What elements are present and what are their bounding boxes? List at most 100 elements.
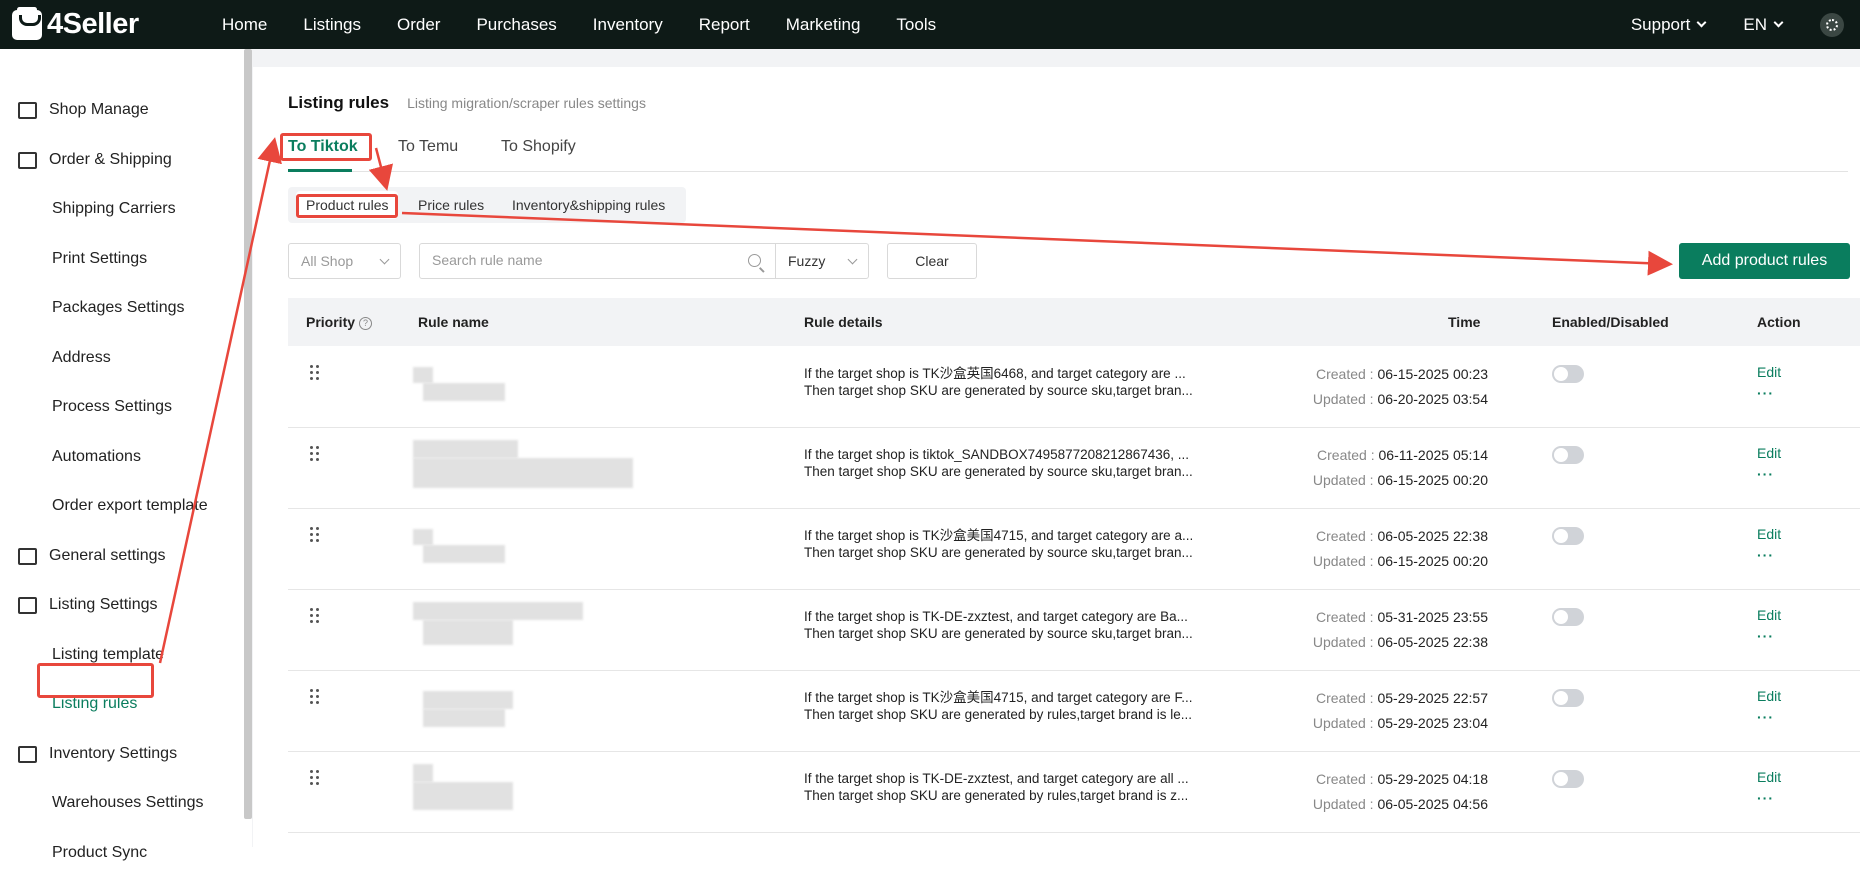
match-mode-select[interactable]: Fuzzy <box>775 243 869 279</box>
rule-details: If the target shop is TK沙盒英国6468, and ta… <box>804 365 1224 399</box>
nav-tools[interactable]: Tools <box>896 15 936 35</box>
nav-home[interactable]: Home <box>222 15 267 35</box>
drag-handle-icon[interactable] <box>310 689 322 705</box>
search-icon[interactable] <box>748 254 761 267</box>
nav-report[interactable]: Report <box>699 15 750 35</box>
rule-detail-line: If the target shop is TK沙盒美国4715, and ta… <box>804 528 1194 543</box>
header-action: Action <box>1757 314 1801 330</box>
header-rule-details: Rule details <box>804 314 883 330</box>
edit-link[interactable]: Edit <box>1757 688 1781 704</box>
sidebar-item-automations[interactable]: Automations <box>0 437 141 477</box>
blurred-rule-name <box>423 709 505 727</box>
header-priority: Priority? <box>306 298 373 346</box>
shop-select[interactable]: All Shop <box>288 243 401 279</box>
nav-listings[interactable]: Listings <box>303 15 361 35</box>
sidebar-item-general-settings[interactable]: General settings <box>0 536 166 576</box>
sidebar-item-packages-settings[interactable]: Packages Settings <box>0 288 185 328</box>
support-label: Support <box>1630 14 1691 34</box>
language-menu[interactable]: EN <box>1743 15 1784 35</box>
rule-time: Created : 06-15-2025 00:23 Updated : 06-2… <box>1313 362 1488 412</box>
sidebar-item-label: Order & Shipping <box>49 151 172 168</box>
enabled-toggle[interactable] <box>1552 689 1584 707</box>
sidebar-item-address[interactable]: Address <box>0 338 111 378</box>
sidebar-item-label: Inventory Settings <box>49 745 178 762</box>
help-icon[interactable]: ? <box>359 317 373 330</box>
subtab-inventory-shipping-rules[interactable]: Inventory&shipping rules <box>512 187 665 223</box>
sidebar-item-label: Shipping Carriers <box>52 200 176 217</box>
sidebar-item-warehouses-settings[interactable]: Warehouses Settings <box>0 783 203 823</box>
table-row: If the target shop is TK沙盒美国4715, and ta… <box>288 509 1860 590</box>
updated-value: 06-15-2025 00:20 <box>1377 472 1488 488</box>
sidebar-item-inventory-settings[interactable]: Inventory Settings <box>0 734 177 774</box>
sidebar-item-label: Listing template <box>52 646 165 663</box>
tab-to-temu[interactable]: To Temu <box>398 138 458 156</box>
enabled-toggle[interactable] <box>1552 365 1584 383</box>
sidebar-item-order-export-template[interactable]: Order export template <box>0 486 208 526</box>
rule-detail-line: If the target shop is TK沙盒美国4715, and ta… <box>804 690 1193 705</box>
sidebar-item-label: Shop Manage <box>49 101 149 118</box>
more-actions-icon[interactable]: ··· <box>1757 790 1774 806</box>
updated-value: 05-29-2025 23:04 <box>1377 715 1488 731</box>
sidebar-item-label: Print Settings <box>52 250 148 267</box>
header-rule-name: Rule name <box>418 314 489 330</box>
more-actions-icon[interactable]: ··· <box>1757 547 1774 563</box>
tab-to-shopify[interactable]: To Shopify <box>501 138 576 156</box>
chevron-down-icon <box>379 254 390 265</box>
enabled-toggle[interactable] <box>1552 527 1584 545</box>
blurred-rule-name <box>413 458 633 488</box>
match-mode-value: Fuzzy <box>788 253 826 269</box>
page-title: Listing rules <box>288 93 390 112</box>
sidebar-scrollbar[interactable] <box>244 49 252 819</box>
drag-handle-icon[interactable] <box>310 770 322 786</box>
rule-details: If the target shop is TK沙盒美国4715, and ta… <box>804 527 1224 561</box>
sidebar-item-shipping-carriers[interactable]: Shipping Carriers <box>0 189 176 229</box>
updated-label: Updated : <box>1312 796 1374 812</box>
sidebar-item-print-settings[interactable]: Print Settings <box>0 239 147 279</box>
more-actions-icon[interactable]: ··· <box>1757 709 1774 725</box>
drag-handle-icon[interactable] <box>310 527 322 543</box>
blurred-rule-name <box>413 602 583 620</box>
page-subtitle: Listing migration/scraper rules settings <box>407 95 646 111</box>
top-right-controls: Support EN <box>1631 0 1860 49</box>
nav-purchases[interactable]: Purchases <box>476 15 556 35</box>
enabled-toggle[interactable] <box>1552 770 1584 788</box>
blurred-rule-name <box>423 383 505 401</box>
nav-inventory[interactable]: Inventory <box>593 15 663 35</box>
enabled-toggle[interactable] <box>1552 446 1584 464</box>
platform-tabs: To Tiktok To Temu To Shopify <box>288 138 1848 172</box>
edit-link[interactable]: Edit <box>1757 526 1781 542</box>
enabled-toggle[interactable] <box>1552 608 1584 626</box>
sidebar-item-order-shipping[interactable]: Order & Shipping <box>0 140 172 180</box>
drag-handle-icon[interactable] <box>310 608 322 624</box>
rule-detail-line: Then target shop SKU are generated by so… <box>804 383 1193 398</box>
settings-gear-icon[interactable] <box>1820 12 1844 37</box>
sidebar-item-product-sync[interactable]: Product Sync <box>0 833 147 873</box>
edit-link[interactable]: Edit <box>1757 445 1781 461</box>
sidebar-item-shop-manage[interactable]: Shop Manage <box>0 90 149 130</box>
nav-marketing[interactable]: Marketing <box>786 15 861 35</box>
edit-link[interactable]: Edit <box>1757 769 1781 785</box>
drag-handle-icon[interactable] <box>310 365 322 381</box>
search-input[interactable] <box>432 244 732 276</box>
edit-link[interactable]: Edit <box>1757 364 1781 380</box>
rule-detail-line: Then target shop SKU are generated by so… <box>804 464 1193 479</box>
rule-detail-line: If the target shop is TK-DE-zxztest, and… <box>804 771 1189 786</box>
logo[interactable]: 4Seller <box>12 6 139 41</box>
more-actions-icon[interactable]: ··· <box>1757 385 1774 401</box>
more-actions-icon[interactable]: ··· <box>1757 466 1774 482</box>
sidebar-item-process-settings[interactable]: Process Settings <box>0 387 172 427</box>
bag-logo-icon <box>12 6 42 40</box>
drag-handle-icon[interactable] <box>310 446 322 462</box>
rule-detail-line: Then target shop SKU are generated by ru… <box>804 788 1189 803</box>
updated-value: 06-05-2025 22:38 <box>1377 634 1488 650</box>
clear-button[interactable]: Clear <box>887 243 977 279</box>
updated-label: Updated : <box>1312 715 1374 731</box>
edit-link[interactable]: Edit <box>1757 607 1781 623</box>
support-menu[interactable]: Support <box>1630 14 1707 35</box>
nav-order[interactable]: Order <box>397 15 440 35</box>
rule-details: If the target shop is TK-DE-zxztest, and… <box>804 608 1224 642</box>
sidebar-item-listing-settings[interactable]: Listing Settings <box>0 585 158 625</box>
subtab-price-rules[interactable]: Price rules <box>418 187 484 223</box>
more-actions-icon[interactable]: ··· <box>1757 628 1774 644</box>
add-product-rules-button[interactable]: Add product rules <box>1679 243 1850 279</box>
